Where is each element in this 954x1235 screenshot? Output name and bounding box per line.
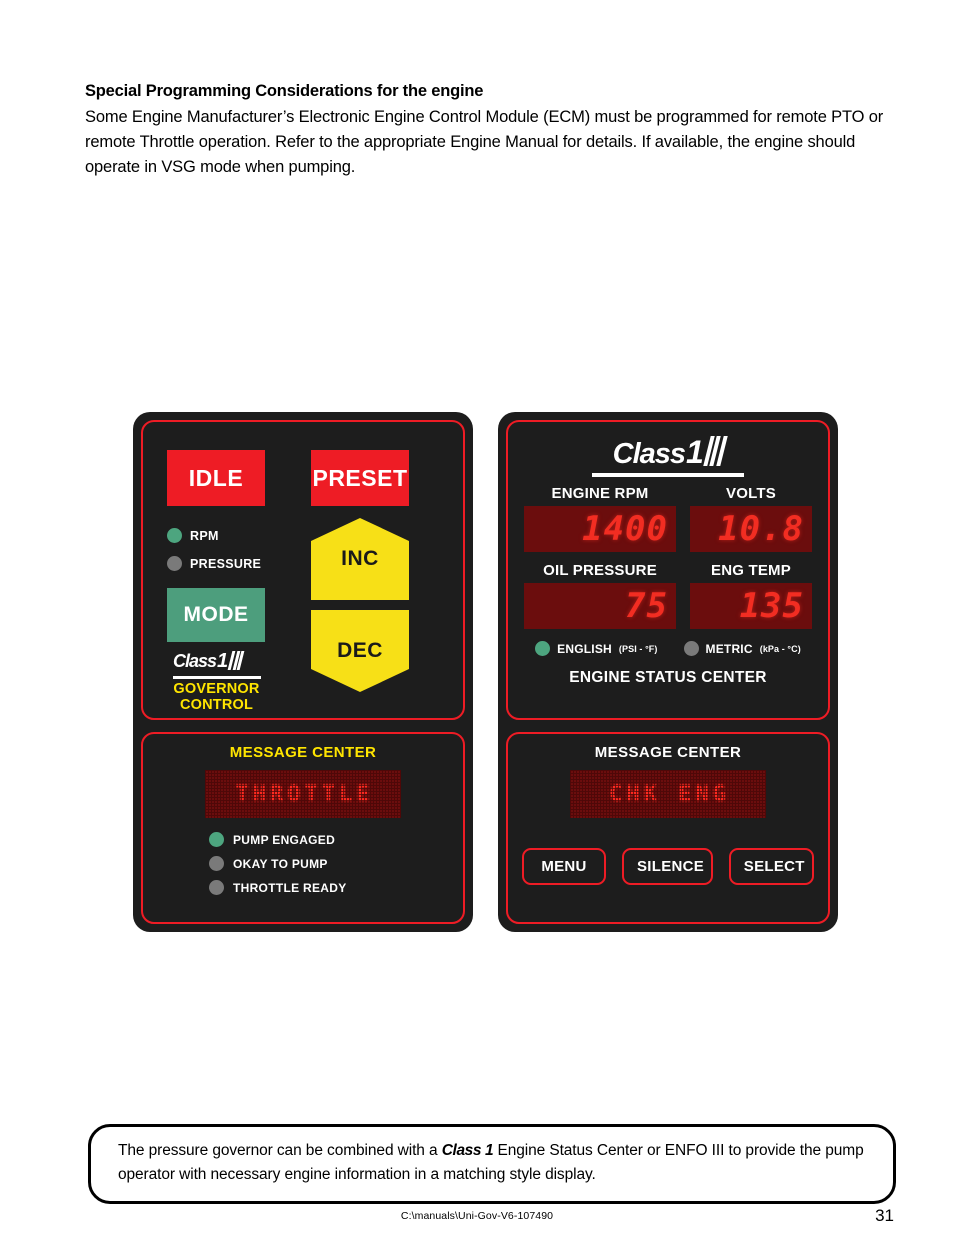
engine-status-center-caption: ENGINE STATUS CENTER [569,669,767,686]
engine-message-center-title: MESSAGE CENTER [594,744,742,761]
governor-control-device: IDLE PRESET RPM PRESSURE MODE Class1 GOV… [133,412,473,932]
callout-brand: Class 1 [441,1142,494,1159]
okay-to-pump-label: OKAY TO PUMP [233,856,328,871]
metric-label: METRIC [705,641,753,656]
governor-status-indicator-list: PUMP ENGAGED OKAY TO PUMP THROTTLE READY [157,832,449,895]
intro-paragraph: Some Engine Manufacturer’s Electronic En… [85,107,884,177]
metric-led-icon [683,641,699,656]
engine-rpm-display: 1400 [524,506,676,552]
units-selector-row: ENGLISH (PSI - °F) METRIC (kPa - °C) [522,641,814,656]
footer-file-path: C:\manuals\Uni-Gov-V6-107490 [400,1210,554,1222]
select-button[interactable]: SELECT [728,848,814,885]
callout-box: The pressure governor can be combined wi… [88,1124,896,1205]
english-led-icon [535,641,551,656]
device-panels: IDLE PRESET RPM PRESSURE MODE Class1 GOV… [133,412,843,932]
engine-rpm-value: 1400 [582,509,668,549]
logo-speedlines-icon [703,436,728,470]
pressure-indicator-label: PRESSURE [190,556,262,571]
oil-pressure-value: 75 [625,586,668,626]
metric-units-indicator[interactable]: METRIC (kPa - °C) [683,641,801,656]
governor-control-caption: GOVERNOR CONTROL [159,681,274,713]
logo-wordmark: Class [173,651,217,671]
governor-caption-line2: CONTROL [179,697,254,714]
rpm-indicator: RPM [167,528,219,543]
logo-underline [173,676,261,679]
eng-temp-label: ENG TEMP [711,562,791,579]
governor-caption-line1: GOVERNOR [173,681,260,697]
okay-to-pump-led-icon [209,856,224,871]
governor-control-panel: IDLE PRESET RPM PRESSURE MODE Class1 GOV… [141,420,465,720]
engine-message-text: CHK ENG [609,781,730,807]
logo-wordmark: Class [612,438,686,470]
governor-message-text: THROTTLE [235,781,374,807]
pump-engaged-indicator: PUMP ENGAGED [209,832,335,847]
metric-units-sub: (kPa - °C) [759,643,801,654]
engine-status-center-device: Class1 ENGINE RPM VOLTS 1400 10.8 OIL PR… [498,412,838,932]
preset-button[interactable]: PRESET [311,450,409,506]
intro-section: Special Programming Considerations for t… [85,80,910,180]
callout-text: The pressure governor can be combined wi… [118,1139,869,1187]
class1-logo-governor: Class1 [173,651,261,679]
page-title: Special Programming Considerations for t… [85,82,484,100]
volts-value: 10.8 [718,509,804,549]
throttle-ready-led-icon [209,880,224,895]
pressure-led-icon [167,556,182,571]
rpm-indicator-label: RPM [190,528,219,543]
logo-underline [592,473,744,477]
message-center-button-row: MENU SILENCE SELECT [522,848,814,885]
silence-button[interactable]: SILENCE [622,848,713,885]
english-label: ENGLISH [557,641,612,656]
engine-status-center-panel: Class1 ENGINE RPM VOLTS 1400 10.8 OIL PR… [506,420,830,720]
pump-engaged-led-icon [209,832,224,847]
pump-engaged-label: PUMP ENGAGED [233,832,336,847]
logo-numeral: 1 [217,650,229,672]
eng-temp-value: 135 [739,586,804,626]
english-units-indicator[interactable]: ENGLISH (PSI - °F) [535,641,657,656]
engine-message-center-panel: MESSAGE CENTER CHK ENG MENU SILENCE SELE… [506,732,830,924]
oil-pressure-label: OIL PRESSURE [543,562,657,579]
logo-speedlines-icon [227,651,245,674]
class1-logo-engine-status: Class1 [592,436,744,477]
footer-page-number: 31 [875,1206,894,1225]
gauge-grid: ENGINE RPM VOLTS 1400 10.8 OIL PRESSURE … [522,485,814,637]
throttle-ready-indicator: THROTTLE READY [209,880,347,895]
idle-button[interactable]: IDLE [167,450,265,506]
mode-button[interactable]: MODE [167,588,265,642]
menu-button[interactable]: MENU [522,848,606,885]
decrease-button[interactable]: DEC [311,610,409,692]
rpm-led-icon [167,528,182,543]
oil-pressure-display: 75 [524,583,676,629]
governor-message-center-title: MESSAGE CENTER [229,744,377,761]
governor-message-display: THROTTLE [205,770,401,818]
engine-rpm-label: ENGINE RPM [551,485,649,502]
logo-numeral: 1 [686,434,704,470]
engine-message-display: CHK ENG [570,770,766,818]
volts-label: VOLTS [726,485,776,502]
governor-message-center-panel: MESSAGE CENTER THROTTLE PUMP ENGAGED OKA… [141,732,465,924]
english-units-sub: (PSI - °F) [618,643,658,654]
pressure-indicator: PRESSURE [167,556,261,571]
volts-display: 10.8 [690,506,812,552]
eng-temp-display: 135 [690,583,812,629]
callout-text-before: The pressure governor can be combined wi… [118,1142,442,1159]
okay-to-pump-indicator: OKAY TO PUMP [209,856,328,871]
increase-button[interactable]: INC [311,518,409,600]
throttle-ready-label: THROTTLE READY [233,880,347,895]
